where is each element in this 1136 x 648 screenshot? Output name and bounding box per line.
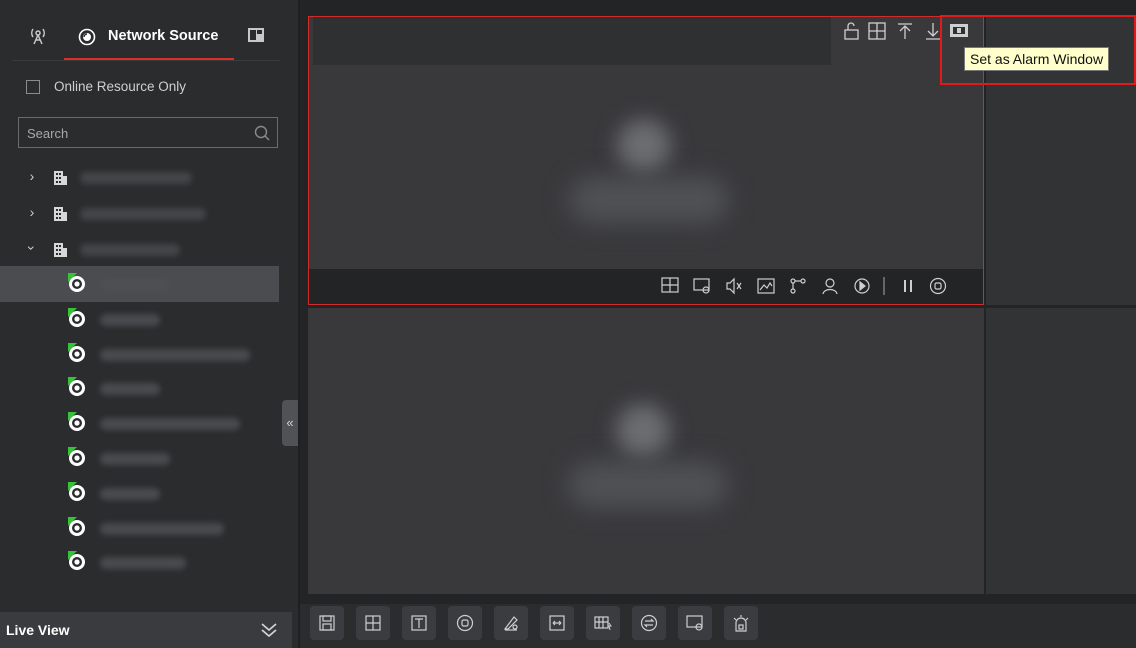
camera-online-icon xyxy=(66,376,88,398)
redacted-camera-name xyxy=(100,383,160,396)
live-view-footer[interactable]: Live View xyxy=(0,612,292,648)
camera-online-icon xyxy=(66,446,88,468)
redacted-camera-name xyxy=(100,453,170,465)
resource-sidebar: Network Source Online Resource Only Sear… xyxy=(0,0,298,648)
redacted-camera-name xyxy=(100,487,160,500)
redacted-camera-name xyxy=(100,313,160,326)
chevron-right-icon[interactable]: › xyxy=(26,168,38,184)
camera-online-icon xyxy=(66,411,88,433)
no-video-placeholder xyxy=(568,462,728,508)
person-icon[interactable] xyxy=(821,277,839,295)
record-button[interactable] xyxy=(494,606,528,640)
search-box[interactable] xyxy=(18,117,278,148)
auto-switch-button[interactable] xyxy=(632,606,666,640)
full-screen-button[interactable] xyxy=(540,606,574,640)
live-view-label: Live View xyxy=(6,622,70,638)
text-overlay-button[interactable] xyxy=(402,606,436,640)
camera-list-item[interactable] xyxy=(0,370,279,406)
search-input[interactable] xyxy=(27,124,247,142)
move-top-icon[interactable] xyxy=(895,21,915,41)
pause-icon[interactable] xyxy=(899,277,917,295)
camera-list-item[interactable] xyxy=(0,266,279,302)
window-split-icon[interactable] xyxy=(867,21,887,41)
redacted-group-name xyxy=(80,172,192,184)
camera-online-icon xyxy=(66,481,88,503)
camera-list-item[interactable] xyxy=(0,405,279,441)
redacted-camera-name xyxy=(100,522,224,535)
instant-playback-icon[interactable] xyxy=(853,277,871,295)
window-division-button[interactable] xyxy=(356,606,390,640)
toolbar-divider xyxy=(883,277,885,295)
collapse-sidebar-button[interactable]: « xyxy=(282,400,298,446)
ptz-control-icon[interactable] xyxy=(789,277,807,295)
tab-divider xyxy=(12,60,280,61)
tree-group-expanded[interactable]: › xyxy=(0,232,292,268)
redacted-group-name xyxy=(80,208,206,220)
redacted-camera-name xyxy=(100,418,240,431)
video-window-2[interactable] xyxy=(308,308,984,594)
building-icon xyxy=(52,170,68,186)
camera-list-item[interactable] xyxy=(0,440,279,476)
wall-display-button[interactable] xyxy=(586,606,620,640)
no-video-placeholder xyxy=(617,119,671,173)
camera-list-item[interactable] xyxy=(0,510,279,546)
video-grid xyxy=(300,0,1136,648)
camera-online-icon xyxy=(66,342,88,364)
tree-group[interactable]: › xyxy=(0,160,292,196)
unlock-icon[interactable] xyxy=(841,21,861,41)
redacted-camera-name xyxy=(100,557,186,570)
camera-list-item[interactable] xyxy=(0,336,279,372)
alarm-settings-button[interactable] xyxy=(724,606,758,640)
stop-icon[interactable] xyxy=(929,277,947,295)
camera-list-item[interactable] xyxy=(0,544,279,580)
camera-list-item[interactable] xyxy=(0,475,279,511)
video-control-bar xyxy=(309,269,983,304)
monitor-preview-icon[interactable] xyxy=(693,277,711,295)
redacted-group-name xyxy=(80,244,180,256)
online-resource-only-checkbox[interactable] xyxy=(26,80,40,94)
camera-online-icon xyxy=(66,272,88,294)
window-layout-icon[interactable] xyxy=(661,277,679,295)
stop-all-button[interactable] xyxy=(448,606,482,640)
camera-list-item[interactable] xyxy=(0,301,279,337)
tree-group[interactable]: › xyxy=(0,196,292,232)
redacted-camera-name xyxy=(100,348,250,361)
video-window-1[interactable] xyxy=(308,16,984,305)
video-title-bar xyxy=(313,17,831,65)
monitor-preview-button[interactable] xyxy=(678,606,712,640)
tooltip: Set as Alarm Window xyxy=(964,47,1110,71)
no-video-placeholder xyxy=(569,177,729,223)
mute-audio-icon[interactable] xyxy=(725,277,743,295)
camera-online-icon xyxy=(66,550,88,572)
chevron-down-icon[interactable]: › xyxy=(24,242,40,254)
double-chevron-down-icon[interactable] xyxy=(258,619,280,641)
building-icon xyxy=(52,242,68,258)
network-icon xyxy=(78,28,96,46)
tab-network-source-label: Network Source xyxy=(108,28,219,44)
app-root: Network Source Online Resource Only Sear… xyxy=(0,0,1136,648)
online-resource-only-label: Online Resource Only xyxy=(54,79,187,94)
building-icon xyxy=(52,206,68,222)
sidebar-tabs: Network Source xyxy=(0,0,292,64)
save-view-button[interactable] xyxy=(310,606,344,640)
antenna-icon[interactable] xyxy=(28,26,48,46)
layout-icon[interactable] xyxy=(246,26,266,46)
chevron-right-icon[interactable]: › xyxy=(26,204,38,220)
tab-network-source[interactable]: Network Source xyxy=(64,18,234,60)
redacted-camera-name xyxy=(100,279,170,291)
image-capture-icon[interactable] xyxy=(757,277,775,295)
camera-online-icon xyxy=(66,516,88,538)
camera-online-icon xyxy=(66,307,88,329)
search-icon[interactable] xyxy=(254,125,270,141)
video-window-4[interactable] xyxy=(986,308,1136,594)
no-video-placeholder xyxy=(616,404,670,458)
bottom-toolbar xyxy=(300,604,1136,648)
